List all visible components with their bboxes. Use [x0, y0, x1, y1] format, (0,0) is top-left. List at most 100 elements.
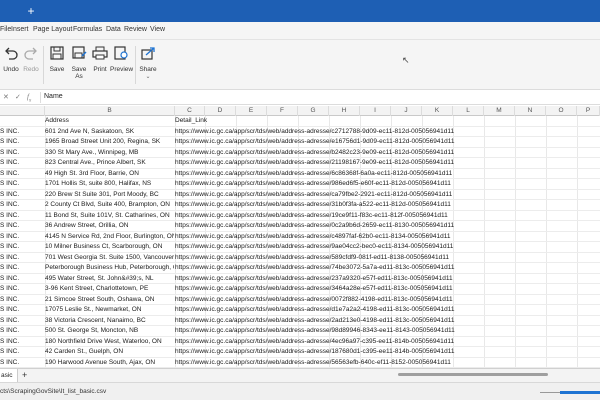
cell[interactable]: https://www.ic.gc.ca/app/scr/tds/web/add… — [175, 326, 465, 337]
cell[interactable]: 49 High St. 3rd Floor, Barrie, ON — [45, 169, 174, 180]
cell[interactable]: 500 St. George St, Moncton, NB — [45, 326, 174, 337]
share-button[interactable]: Share ⌄ — [138, 46, 158, 80]
cell[interactable]: 38 Victoria Crescent, Nanaimo, BC — [45, 316, 174, 327]
menu-view[interactable]: View — [150, 26, 165, 33]
column-header[interactable]: D — [205, 106, 236, 116]
cell[interactable]: S INC. — [0, 263, 45, 274]
cell[interactable]: 11 Bond St, Suite 101V, St. Catharines, … — [45, 211, 174, 222]
cell[interactable]: S INC. — [0, 284, 45, 295]
save-button[interactable]: Save — [48, 46, 66, 73]
horizontal-scrollbar[interactable] — [398, 373, 548, 376]
redo-button[interactable]: Redo — [22, 46, 40, 73]
menu-file[interactable]: File — [0, 26, 11, 33]
undo-button[interactable]: Undo — [2, 46, 20, 73]
cell[interactable]: https://www.ic.gc.ca/app/scr/tds/web/add… — [175, 284, 465, 295]
cell[interactable]: https://www.ic.gc.ca/app/scr/tds/web/add… — [175, 316, 465, 327]
cell[interactable]: S INC. — [0, 148, 45, 159]
cell[interactable]: S INC. — [0, 316, 45, 327]
cell[interactable]: 823 Central Ave., Prince Albert, SK — [45, 158, 174, 169]
cell[interactable]: 601 2nd Ave N, Saskatoon, SK — [45, 127, 174, 138]
cell[interactable]: S INC. — [0, 200, 45, 211]
cell[interactable]: https://www.ic.gc.ca/app/scr/tds/web/add… — [175, 242, 465, 253]
cell[interactable]: 4145 N Service Rd, 2nd Floor, Burlington… — [45, 232, 174, 243]
column-header[interactable]: M — [484, 106, 515, 116]
cell[interactable]: Address — [45, 116, 174, 127]
cell[interactable]: S INC. — [0, 358, 45, 369]
sheet-tab[interactable]: asic — [0, 369, 18, 382]
cell[interactable]: S INC. — [0, 274, 45, 285]
cell[interactable]: 190 Harwood Avenue South, Ajax, ON — [45, 358, 174, 369]
print-button[interactable]: Print — [92, 46, 108, 73]
column-header[interactable]: F — [267, 106, 298, 116]
cell[interactable]: S INC. — [0, 337, 45, 348]
confirm-formula-icon[interactable]: ✓ — [15, 93, 21, 101]
cell[interactable]: 1701 Hollis St, suite 800, Halifax, NS — [45, 179, 174, 190]
cell[interactable]: 3-96 Kent Street, Charlottetown, PE — [45, 284, 174, 295]
save-as-button[interactable]: Save As — [68, 46, 90, 80]
menu-insert[interactable]: Insert — [11, 26, 29, 33]
column-header[interactable]: E — [236, 106, 267, 116]
new-tab-icon[interactable]: + — [24, 3, 38, 19]
cell[interactable]: S INC. — [0, 127, 45, 138]
cell[interactable]: S INC. — [0, 221, 45, 232]
cell[interactable]: https://www.ic.gc.ca/app/scr/tds/web/add… — [175, 337, 465, 348]
cell[interactable]: https://www.ic.gc.ca/app/scr/tds/web/add… — [175, 263, 465, 274]
menu-data[interactable]: Data — [106, 26, 121, 33]
cell[interactable]: https://www.ic.gc.ca/app/scr/tds/web/add… — [175, 295, 465, 306]
cell[interactable]: S INC. — [0, 211, 45, 222]
cell[interactable]: https://www.ic.gc.ca/app/scr/tds/web/add… — [175, 232, 465, 243]
column-header-a[interactable] — [0, 106, 45, 116]
cell[interactable]: 495 Water Street, St. John&#39;s, NL — [45, 274, 174, 285]
cell[interactable]: S INC. — [0, 326, 45, 337]
column-header[interactable]: J — [391, 106, 422, 116]
cell[interactable]: S INC. — [0, 295, 45, 306]
active-window-tab[interactable] — [0, 4, 22, 22]
formula-input[interactable]: Name — [44, 93, 63, 100]
add-sheet-icon[interactable]: + — [22, 370, 27, 380]
cell[interactable]: S INC. — [0, 158, 45, 169]
cell[interactable]: https://www.ic.gc.ca/app/scr/tds/web/add… — [175, 305, 465, 316]
cell[interactable]: S INC. — [0, 179, 45, 190]
cell[interactable]: 2 County Ct Blvd, Suite 400, Brampton, O… — [45, 200, 174, 211]
column-header[interactable]: O — [546, 106, 577, 116]
cell[interactable]: S INC. — [0, 305, 45, 316]
cell[interactable]: https://www.ic.gc.ca/app/scr/tds/web/add… — [175, 148, 465, 159]
column-header[interactable]: H — [329, 106, 360, 116]
column-header[interactable]: P — [577, 106, 600, 116]
cell[interactable]: 330 St Mary Ave., Winnipeg, MB — [45, 148, 174, 159]
cell[interactable]: 180 Northfield Drive West, Waterloo, ON — [45, 337, 174, 348]
cell[interactable]: https://www.ic.gc.ca/app/scr/tds/web/add… — [175, 253, 465, 264]
preview-button[interactable]: Preview — [110, 46, 133, 73]
cell[interactable]: https://www.ic.gc.ca/app/scr/tds/web/add… — [175, 211, 465, 222]
cell[interactable]: https://www.ic.gc.ca/app/scr/tds/web/add… — [175, 158, 465, 169]
menu-formulas[interactable]: Formulas — [73, 26, 102, 33]
cell[interactable]: 1965 Broad Street Unit 200, Regina, SK — [45, 137, 174, 148]
cell[interactable]: 220 Brew St Suite 301, Port Moody, BC — [45, 190, 174, 201]
cell[interactable]: https://www.ic.gc.ca/app/scr/tds/web/add… — [175, 169, 465, 180]
cell[interactable]: 17075 Leslie St., Newmarket, ON — [45, 305, 174, 316]
column-header[interactable]: L — [453, 106, 484, 116]
zoom-slider[interactable] — [560, 391, 600, 394]
menu-page-layout[interactable]: Page Layout — [33, 26, 72, 33]
column-header[interactable]: G — [298, 106, 329, 116]
cell[interactable]: https://www.ic.gc.ca/app/scr/tds/web/add… — [175, 274, 465, 285]
cell[interactable]: https://www.ic.gc.ca/app/scr/tds/web/add… — [175, 221, 465, 232]
cell[interactable]: https://www.ic.gc.ca/app/scr/tds/web/add… — [175, 127, 465, 138]
cell[interactable]: S INC. — [0, 190, 45, 201]
cell[interactable]: https://www.ic.gc.ca/app/scr/tds/web/add… — [175, 358, 465, 369]
cancel-formula-icon[interactable]: ✕ — [3, 93, 9, 101]
cell[interactable]: https://www.ic.gc.ca/app/scr/tds/web/add… — [175, 190, 465, 201]
cell[interactable]: S INC. — [0, 137, 45, 148]
function-icon[interactable]: fx — [27, 93, 31, 103]
cell[interactable]: 701 West Georgia St. Suite 1500, Vancouv… — [45, 253, 174, 264]
cell[interactable]: 36 Andrew Street, Orillia, ON — [45, 221, 174, 232]
cell[interactable]: S INC. — [0, 242, 45, 253]
cell[interactable]: 10 Milner Business Ct, Scarborough, ON — [45, 242, 174, 253]
menu-review[interactable]: Review — [124, 26, 147, 33]
cell[interactable]: 21 Simcoe Street South, Oshawa, ON — [45, 295, 174, 306]
cell[interactable]: S INC. — [0, 169, 45, 180]
column-header[interactable]: B — [45, 106, 175, 116]
column-header[interactable]: I — [360, 106, 391, 116]
cell[interactable]: Detail_Link — [175, 116, 465, 127]
cell[interactable]: https://www.ic.gc.ca/app/scr/tds/web/add… — [175, 179, 465, 190]
